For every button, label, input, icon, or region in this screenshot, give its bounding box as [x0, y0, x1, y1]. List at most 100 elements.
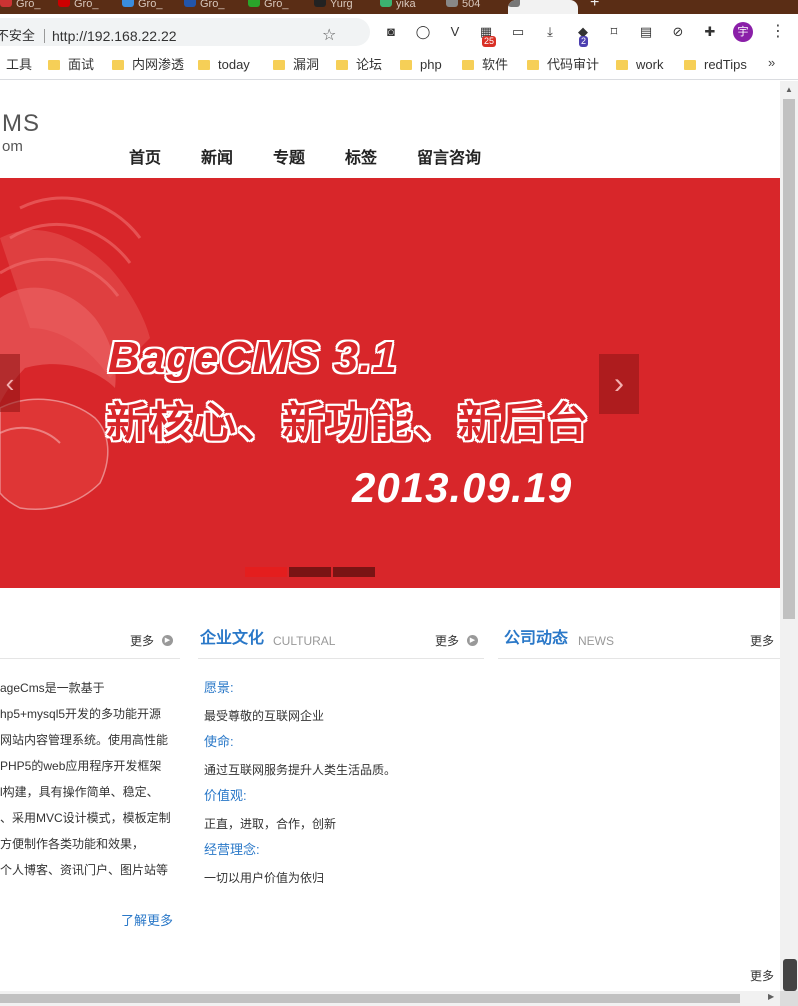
download-icon[interactable]: ⤓	[542, 24, 558, 40]
news-section-header: 公司动态 NEWS 更多	[498, 627, 780, 659]
bookmark-item[interactable]: 软件	[462, 56, 508, 74]
folder-icon	[273, 60, 285, 70]
tab-favicon-icon	[184, 0, 196, 7]
banner-artwork	[0, 196, 150, 510]
bookmark-item[interactable]: 代码审计	[527, 56, 599, 74]
active-browser-tab[interactable]	[508, 0, 578, 14]
bookmark-item[interactable]: today	[198, 56, 250, 74]
link-icon[interactable]: ⊘	[670, 24, 686, 40]
vpn-icon[interactable]: V	[447, 24, 463, 40]
carousel-dot[interactable]	[245, 567, 287, 577]
browser-menu-icon[interactable]: ⋮	[770, 22, 786, 42]
tab-label: 504	[462, 0, 481, 10]
bookmark-label: 漏洞	[293, 57, 320, 72]
culture-item-text: 最受尊敬的互联网企业	[204, 709, 325, 723]
bookmark-item[interactable]: 漏洞	[273, 56, 319, 74]
side-float-button[interactable]	[783, 959, 797, 991]
tab-label: Gro_	[16, 0, 41, 10]
folder-icon	[336, 60, 348, 70]
nav-item[interactable]: 首页	[129, 149, 161, 169]
tab-label: Gro_	[200, 0, 225, 10]
nav-item[interactable]: 留言咨询	[417, 149, 481, 169]
site-logo[interactable]: MS	[2, 112, 40, 136]
news-title[interactable]: 公司动态	[504, 627, 568, 651]
folder-icon	[684, 60, 696, 70]
nav-item[interactable]: 专题	[273, 149, 305, 169]
bookmark-item[interactable]: 论坛	[336, 56, 382, 74]
browser-tab[interactable]: Gro_	[248, 0, 306, 14]
nav-item[interactable]: 新闻	[201, 149, 233, 169]
carousel-dot[interactable]	[333, 567, 375, 577]
bookmark-item[interactable]: 内网渗透	[112, 56, 184, 74]
carousel-next-button[interactable]: ›	[599, 354, 639, 414]
tab-favicon-icon	[248, 0, 260, 7]
browser-tab[interactable]: Gro_	[58, 0, 116, 14]
more-arrow-icon[interactable]: ▶	[162, 635, 173, 646]
learn-more-link[interactable]: 了解更多	[121, 913, 173, 929]
puzzle-icon[interactable]: ✚	[702, 24, 718, 40]
circle-icon[interactable]: ◯	[415, 24, 431, 40]
bookmark-label: 内网渗透	[132, 57, 185, 72]
about-more-link[interactable]: 更多	[130, 633, 154, 649]
bookmark-label: 代码审计	[547, 57, 600, 72]
scroll-up-icon[interactable]: ▲	[785, 85, 793, 94]
browser-tab[interactable]: Gro_	[122, 0, 180, 14]
tab-label: Gro_	[138, 0, 163, 10]
bottom-more-link[interactable]: 更多	[750, 967, 774, 984]
horizontal-scroll-thumb[interactable]	[0, 994, 740, 1003]
folder-icon	[462, 60, 474, 70]
culture-item-text: 正直，进取，合作，创新	[204, 817, 337, 831]
culture-title[interactable]: 企业文化	[200, 627, 264, 651]
news-more-link[interactable]: 更多	[750, 633, 774, 649]
tab-favicon-icon	[0, 0, 12, 7]
about-text-line: ageCms是一款基于	[0, 681, 105, 695]
browser-tab[interactable]: Gro_	[184, 0, 242, 14]
url-text[interactable]: http://192.168.22.22	[52, 22, 177, 50]
carousel-prev-button[interactable]: ‹	[0, 354, 20, 412]
address-divider	[44, 29, 45, 43]
tampermonkey-icon[interactable]: ◙	[383, 24, 399, 40]
horizontal-scrollbar[interactable]: ▶	[0, 991, 780, 1006]
culture-subtitle: CULTURAL	[273, 634, 336, 648]
more-arrow-icon[interactable]: ▶	[467, 635, 478, 646]
new-tab-button[interactable]: +	[590, 0, 599, 12]
bookmark-item[interactable]: 面试	[48, 56, 94, 74]
tab-favicon-icon	[508, 0, 520, 7]
bookmark-item[interactable]: 工具	[6, 56, 32, 74]
culture-section-header: 企业文化 CULTURAL 更多 ▶	[198, 627, 484, 659]
bookmark-label: php	[420, 57, 442, 72]
bookmark-star-icon[interactable]: ☆	[322, 24, 336, 48]
window-icon[interactable]: ▭	[510, 24, 526, 40]
extension-badge: 2	[579, 36, 589, 47]
bookmark-item[interactable]: redTips	[684, 56, 747, 74]
browser-tab[interactable]: Yurg	[314, 0, 372, 14]
site-logo-subtext: om	[2, 138, 23, 155]
security-indicator[interactable]: ▲不安全	[0, 22, 35, 50]
bookmark-label: work	[636, 57, 664, 72]
carousel-dot[interactable]	[289, 567, 331, 577]
about-text-line: 、采用MVC设计模式，模板定制	[0, 811, 171, 825]
vertical-scrollbar[interactable]: ▲	[780, 81, 798, 991]
culture-more-link[interactable]: 更多	[435, 633, 459, 649]
bookmark-item[interactable]: php	[400, 56, 442, 74]
bookmark-item[interactable]: work	[616, 56, 663, 74]
security-label: 不安全	[0, 28, 35, 43]
tab-label: yika	[396, 0, 416, 10]
banner-subtitle: 新核心、新功能、新后台	[106, 399, 591, 446]
scroll-right-icon[interactable]: ▶	[768, 992, 774, 1001]
profile-avatar[interactable]: 宇	[733, 22, 753, 42]
bookmark-icon[interactable]: ⌑	[606, 24, 622, 40]
extension-badge: 25	[482, 36, 497, 47]
nav-item[interactable]: 标签	[345, 149, 377, 169]
bookmark-label: 软件	[482, 57, 509, 72]
vertical-scroll-thumb[interactable]	[783, 99, 795, 619]
address-bar[interactable]: ▲不安全 http://192.168.22.22 ☆	[0, 18, 370, 46]
browser-tab[interactable]: 504	[446, 0, 504, 14]
translate-icon[interactable]: ▤	[638, 24, 654, 40]
browser-tab[interactable]: yika	[380, 0, 438, 14]
bookmarks-overflow-icon[interactable]: »	[768, 55, 775, 70]
hero-banner: BageCMS 3.1 新核心、新功能、新后台 2013.09.19 ‹ ›	[0, 178, 780, 588]
bookmark-label: 论坛	[356, 57, 383, 72]
about-text-line: 网站内容管理系统。使用高性能	[0, 733, 169, 747]
browser-tab[interactable]: Gro_	[0, 0, 58, 14]
